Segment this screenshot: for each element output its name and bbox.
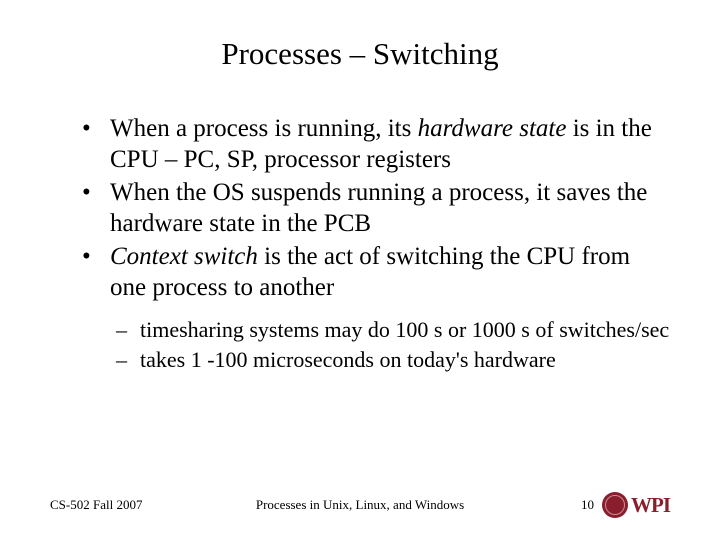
footer-right: 10 WPI [520,492,670,518]
bullet-emph: hardware state [418,115,567,142]
sub-bullet-item: timesharing systems may do 100 s or 1000… [122,317,670,344]
bullet-text: When a process is running, its [110,115,418,142]
wpi-seal-icon [602,492,628,518]
bullet-item: Context switch is the act of switching t… [88,242,670,303]
slide-footer: CS-502 Fall 2007 Processes in Unix, Linu… [0,492,720,518]
bullet-emph: Context switch [110,243,258,270]
page-number: 10 [581,497,594,513]
wpi-logo: WPI [602,492,670,518]
bullet-item: When a process is running, its hardware … [88,114,670,175]
bullet-text: When the OS suspends running a process, … [110,179,647,237]
sub-bullet-list: timesharing systems may do 100 s or 1000… [50,317,670,374]
footer-left: CS-502 Fall 2007 [50,497,200,513]
sub-bullet-item: takes 1 -100 microseconds on today's har… [122,347,670,374]
bullet-item: When the OS suspends running a process, … [88,178,670,239]
wpi-wordmark: WPI [631,493,670,518]
slide-title: Processes – Switching [50,36,670,72]
bullet-list: When a process is running, its hardware … [50,114,670,303]
footer-center: Processes in Unix, Linux, and Windows [200,497,520,513]
